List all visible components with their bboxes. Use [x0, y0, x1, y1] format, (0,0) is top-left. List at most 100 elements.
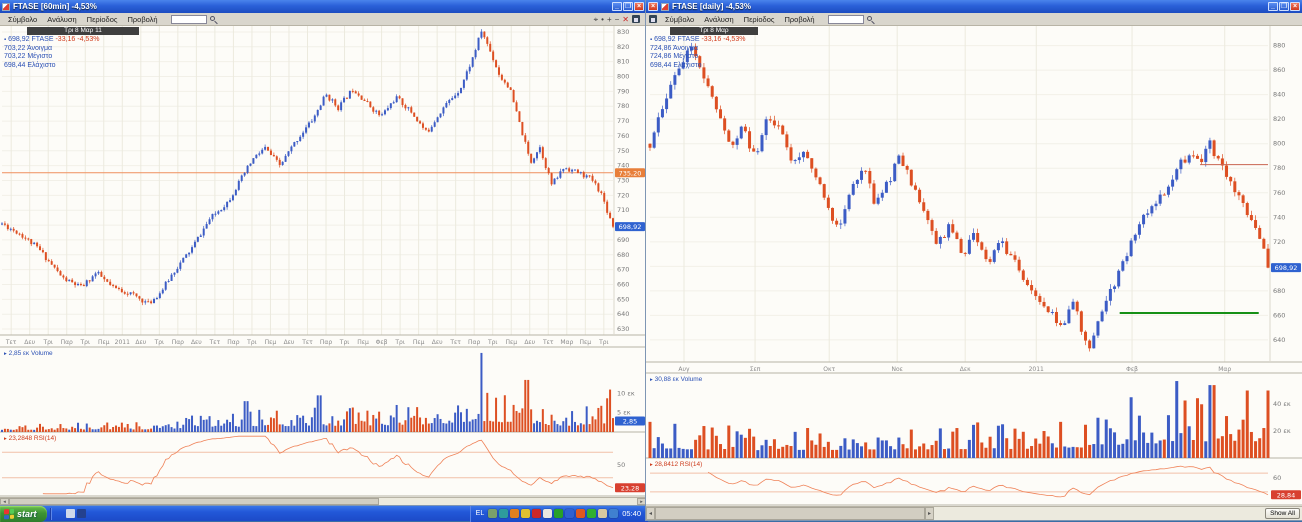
app-icon — [2, 3, 10, 11]
symbol-input[interactable] — [828, 15, 864, 24]
svg-text:Μαρ: Μαρ — [560, 339, 573, 346]
close-button-left[interactable]: × — [648, 2, 658, 11]
svg-text:Τρι: Τρι — [339, 339, 350, 346]
svg-text:Πεμ: Πεμ — [98, 339, 110, 346]
price-chart-daily[interactable]: 6406606807007207407607808008208408608806… — [646, 26, 1302, 506]
svg-text:Μαρ: Μαρ — [1218, 366, 1231, 373]
start-button[interactable]: start — [0, 506, 47, 522]
minimize-button[interactable]: _ — [1268, 2, 1278, 11]
legend-change: -33,16 -4,53% — [55, 36, 99, 43]
svg-text:Τρι: Τρι — [246, 339, 257, 346]
taskbar-clock[interactable]: 05:40 — [620, 509, 645, 518]
svg-text:820: 820 — [1273, 115, 1285, 123]
save-icon[interactable] — [649, 15, 657, 23]
svg-text:23,28: 23,28 — [621, 484, 640, 492]
svg-text:840: 840 — [1273, 91, 1285, 99]
svg-text:670: 670 — [617, 266, 629, 274]
language-indicator[interactable]: EL — [474, 510, 487, 517]
zoom-out-icon[interactable]: − — [615, 15, 620, 24]
legend-price: 698,92 — [654, 36, 675, 43]
menu-symbol[interactable]: Σύμβολο — [660, 15, 699, 24]
show-all-button[interactable]: Show All — [1265, 508, 1300, 519]
window-titlebar[interactable]: × FTASE [daily] -4,53% _ ❐ × — [646, 0, 1302, 13]
minimize-button[interactable]: _ — [612, 2, 622, 11]
vpn-tray-icon[interactable] — [587, 509, 596, 518]
messenger-tray-icon[interactable] — [499, 509, 508, 518]
scroll-left-arrow-icon[interactable]: ◂ — [0, 498, 9, 505]
crosshair-date-tooltip: Τρι 8 Μαρ 11 — [27, 27, 139, 35]
horizontal-scrollbar[interactable]: ◂ ▸ Show All — [646, 506, 1302, 520]
nvidia-tray-icon[interactable] — [609, 509, 618, 518]
legend-open: 724,86 Άνοιγμα — [650, 45, 745, 54]
close-button[interactable]: × — [634, 2, 644, 11]
chart-area-60min[interactable]: 6306406506606706806907007107207307407507… — [0, 26, 646, 502]
windows-flag-icon — [4, 508, 14, 519]
svg-text:Δευ: Δευ — [135, 339, 146, 346]
svg-text:Τετ: Τετ — [542, 339, 554, 346]
scroll-left-arrow-icon[interactable]: ◂ — [646, 507, 655, 520]
update-tray-icon[interactable] — [510, 509, 519, 518]
window-titlebar[interactable]: FTASE [60min] -4,53% _ ❐ × — [0, 0, 646, 13]
menu-period[interactable]: Περίοδος — [739, 15, 780, 24]
svg-text:650: 650 — [617, 295, 629, 303]
svg-text:Παρ: Παρ — [468, 339, 480, 346]
svg-text:Τρι: Τρι — [79, 339, 90, 346]
quote-legend: ▪ 698,92 FTASE -33,16 -4,53% 724,86 Άνοι… — [650, 36, 745, 70]
svg-text:20 εκ: 20 εκ — [1273, 427, 1291, 435]
svg-text:800: 800 — [1273, 140, 1285, 148]
menu-view[interactable]: Προβολή — [122, 15, 162, 24]
svg-text:820: 820 — [617, 43, 629, 51]
menu-view[interactable]: Προβολή — [779, 15, 819, 24]
scrollbar-thumb[interactable] — [655, 507, 925, 520]
svg-text:Παρ: Παρ — [61, 339, 73, 346]
shield-tray-icon[interactable] — [521, 509, 530, 518]
menu-analysis[interactable]: Ανάλυση — [699, 15, 738, 24]
price-chart-60min[interactable]: 6306406506606706806907007107207307407507… — [0, 26, 646, 497]
svg-text:Πεμ: Πεμ — [265, 339, 277, 346]
desktop-icon[interactable] — [66, 509, 75, 518]
delete-icon[interactable]: ✕ — [622, 15, 629, 24]
menu-analysis[interactable]: Ανάλυση — [42, 15, 81, 24]
svg-text:Δευ: Δευ — [524, 339, 535, 346]
svg-text:720: 720 — [1273, 238, 1285, 246]
chart-area-daily[interactable]: 6406606807007207407607808008208408608806… — [646, 26, 1302, 511]
pointer-icon[interactable]: • — [601, 15, 604, 24]
app-launcher-icon[interactable] — [77, 509, 86, 518]
alert-tray-icon[interactable] — [576, 509, 585, 518]
svg-text:Τρι: Τρι — [487, 339, 498, 346]
svg-text:Νοε: Νοε — [891, 366, 902, 373]
svg-text:Τετ: Τετ — [5, 339, 17, 346]
menu-bar: Σύμβολο Ανάλυση Περίοδος Προβολή ⌖ • + −… — [0, 13, 646, 26]
chart-tray-icon[interactable] — [488, 509, 497, 518]
sync-tray-icon[interactable] — [565, 509, 574, 518]
scroll-right-arrow-icon[interactable]: ▸ — [637, 498, 646, 505]
folder-tray-icon[interactable] — [598, 509, 607, 518]
volume-tray-icon[interactable] — [543, 509, 552, 518]
horizontal-scrollbar[interactable]: ◂ ▸ — [0, 497, 646, 505]
svg-text:660: 660 — [617, 280, 629, 288]
antivirus-tray-icon[interactable] — [532, 509, 541, 518]
svg-text:Δευ: Δευ — [24, 339, 35, 346]
svg-text:790: 790 — [617, 87, 629, 95]
menu-period[interactable]: Περίοδος — [82, 15, 123, 24]
restore-button[interactable]: ❐ — [623, 2, 633, 11]
menu-symbol[interactable]: Σύμβολο — [3, 15, 42, 24]
close-button[interactable]: × — [1290, 2, 1300, 11]
svg-text:2011: 2011 — [115, 339, 130, 346]
svg-text:Δεκ: Δεκ — [960, 366, 971, 373]
network-tray-icon[interactable] — [554, 509, 563, 518]
save-icon[interactable] — [632, 15, 640, 23]
scrollbar-thumb[interactable] — [9, 498, 379, 505]
window-title: FTASE [daily] -4,53% — [672, 2, 751, 11]
legend-high: 703,22 Μέγιστο — [4, 53, 99, 62]
symbol-input[interactable] — [171, 15, 207, 24]
legend-symbol: FTASE — [31, 36, 53, 43]
crosshair-icon[interactable]: ⌖ — [594, 15, 599, 24]
search-icon[interactable] — [210, 16, 217, 23]
svg-text:640: 640 — [617, 310, 629, 318]
scroll-right-arrow-icon[interactable]: ▸ — [925, 507, 934, 520]
restore-button[interactable]: ❐ — [1279, 2, 1289, 11]
svg-text:720: 720 — [617, 191, 629, 199]
zoom-in-icon[interactable]: + — [607, 15, 612, 24]
search-icon[interactable] — [867, 16, 874, 23]
